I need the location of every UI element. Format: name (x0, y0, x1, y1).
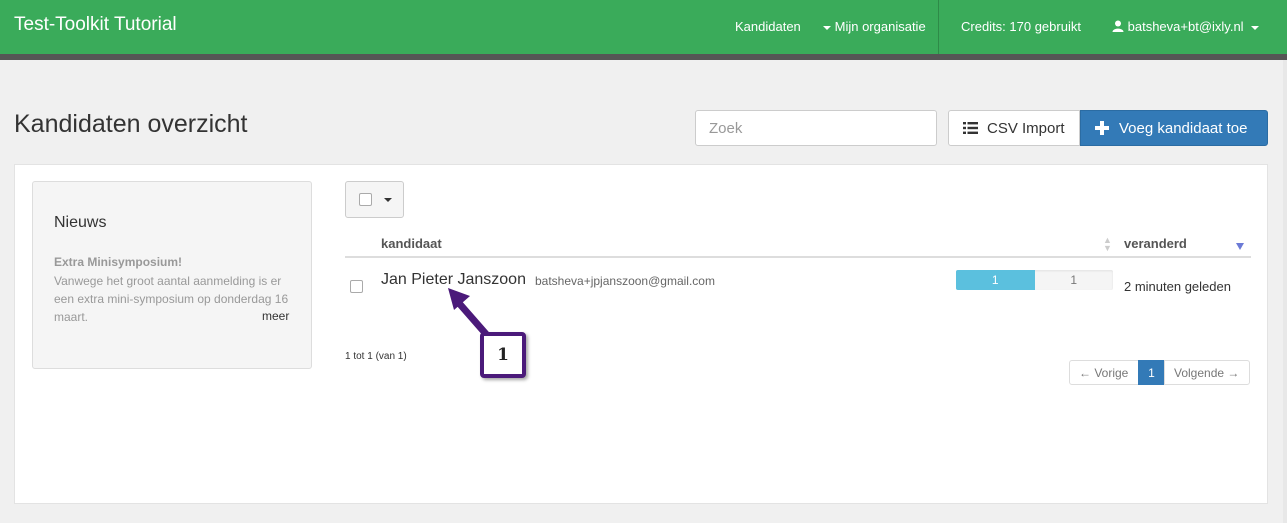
top-navbar: Test-Toolkit Tutorial Kandidaten Mijn or… (0, 0, 1287, 54)
progress-bar: 1 1 (956, 270, 1113, 290)
annotation-badge: 1 (480, 332, 526, 378)
select-all-checkbox[interactable] (359, 193, 372, 206)
column-header-changed[interactable]: veranderd (1124, 236, 1187, 251)
navbar-border (0, 54, 1287, 60)
caret-down-icon (384, 197, 392, 202)
changed-time: 2 minuten geleden (1124, 279, 1231, 294)
row-checkbox[interactable] (350, 280, 363, 293)
news-headline: Extra Minisymposium! (54, 255, 183, 269)
nav-user-menu[interactable]: batsheva+bt@ixly.nl (1112, 19, 1260, 34)
news-body: Vanwege het groot aantal aanmelding is e… (54, 274, 289, 324)
pagination-prev[interactable]: ← Vorige (1069, 360, 1139, 385)
caret-down-icon (1251, 25, 1260, 30)
news-box: Nieuws Extra Minisymposium! Vanwege het … (32, 181, 312, 369)
sort-descending-icon[interactable] (1236, 243, 1244, 250)
csv-import-label: CSV Import (987, 119, 1065, 137)
plus-icon (1095, 121, 1109, 135)
nav-credits[interactable]: Credits: 170 gebruikt (961, 19, 1081, 34)
csv-import-button[interactable]: CSV Import (948, 110, 1080, 146)
brand-title[interactable]: Test-Toolkit Tutorial (14, 14, 177, 36)
candidate-email: batsheva+jpjanszoon@gmail.com (535, 274, 715, 288)
progress-total: 1 (1070, 273, 1078, 287)
result-count: 1 tot 1 (van 1) (345, 351, 407, 362)
pagination: ← Vorige 1 Volgende → (1069, 360, 1250, 385)
annotation-arrow (448, 288, 490, 338)
nav-user-label: batsheva+bt@ixly.nl (1127, 19, 1244, 34)
nav-organisation[interactable]: Mijn organisatie (823, 19, 926, 34)
add-candidate-label: Voeg kandidaat toe (1119, 119, 1248, 137)
caret-down-icon (823, 25, 831, 30)
list-icon (963, 122, 978, 134)
news-title: Nieuws (54, 214, 107, 231)
news-more-link[interactable]: meer (262, 309, 289, 323)
scrollbar[interactable] (1283, 60, 1287, 523)
search-input[interactable] (695, 110, 937, 146)
table-header-divider (345, 256, 1251, 258)
progress-done: 1 (956, 270, 1035, 290)
nav-candidates[interactable]: Kandidaten (735, 19, 801, 34)
nav-divider (938, 0, 939, 54)
nav-organisation-label: Mijn organisatie (834, 19, 926, 34)
bulk-select-dropdown[interactable] (345, 181, 404, 218)
sort-icon[interactable]: ▲ ▼ (1103, 236, 1112, 253)
add-candidate-button[interactable]: Voeg kandidaat toe (1080, 110, 1268, 146)
column-header-candidate[interactable]: kandidaat (381, 236, 442, 251)
user-icon (1112, 20, 1124, 32)
page-title: Kandidaten overzicht (14, 110, 248, 138)
pagination-next[interactable]: Volgende → (1164, 360, 1250, 385)
pagination-current[interactable]: 1 (1138, 360, 1165, 385)
